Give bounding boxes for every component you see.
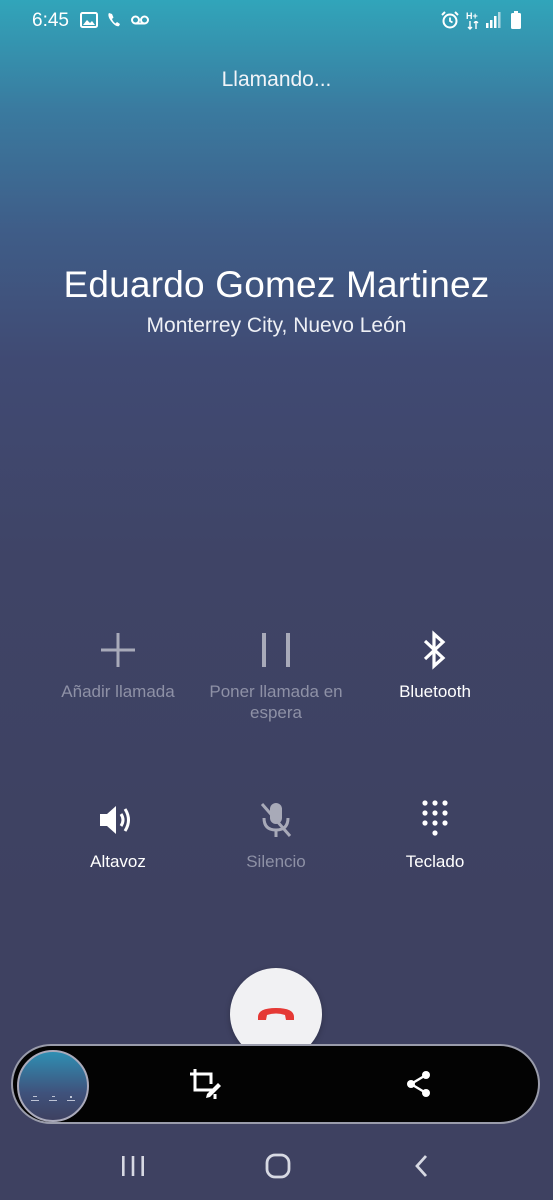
speaker-label: Altavoz (90, 852, 146, 871)
keypad-button[interactable]: Teclado (350, 795, 520, 872)
bluetooth-button[interactable]: Bluetooth (350, 625, 520, 702)
network-label: H+ (466, 11, 478, 21)
bluetooth-icon (423, 630, 446, 670)
contact-name: Eduardo Gomez Martinez (63, 264, 490, 305)
screenshot-toolbar (13, 1046, 538, 1122)
bluetooth-label: Bluetooth (399, 682, 471, 701)
share-button[interactable] (399, 1064, 439, 1104)
recents-icon (122, 1156, 144, 1176)
battery-icon (511, 11, 521, 29)
hold-call-button[interactable]: Poner llamada en espera (191, 625, 361, 723)
mute-label: Silencio (246, 852, 306, 871)
home-button[interactable] (248, 1148, 308, 1184)
screenshot-thumbnail[interactable] (17, 1050, 89, 1122)
speaker-icon (100, 806, 130, 834)
share-icon (407, 1071, 430, 1097)
crop-edit-icon (190, 1069, 221, 1099)
keypad-label: Teclado (350, 851, 520, 872)
signal-icon (486, 12, 501, 28)
speaker-button[interactable]: Altavoz (33, 795, 203, 872)
mic-off-icon (260, 803, 292, 837)
network-hplus-icon: H+ (466, 11, 480, 31)
add-call-button[interactable]: Añadir llamada (33, 625, 203, 702)
status-bar: 6:45 H+ (0, 0, 553, 42)
contact-location: Monterrey City, Nuevo León (146, 314, 407, 337)
alarm-icon (441, 11, 459, 29)
home-icon (265, 1153, 291, 1179)
image-icon (80, 12, 98, 28)
plus-icon (101, 633, 135, 667)
keypad-label-text: Teclado (405, 852, 465, 871)
call-status: Llamando... (221, 68, 332, 91)
keypad-icon (422, 800, 448, 836)
navigation-bar (0, 1130, 553, 1200)
thumbnail-preview-icon (31, 1096, 75, 1101)
hold-call-label: Poner llamada en espera (209, 682, 343, 722)
back-icon (415, 1155, 428, 1177)
pause-icon (262, 633, 290, 667)
add-call-label: Añadir llamada (61, 682, 175, 701)
back-button[interactable] (392, 1148, 452, 1184)
voicemail-icon (131, 15, 149, 25)
phone-icon (108, 13, 120, 27)
hang-up-icon (258, 1008, 294, 1020)
status-time: 6:45 (32, 10, 69, 31)
crop-edit-button[interactable] (185, 1064, 225, 1104)
mute-button[interactable]: Silencio (191, 795, 361, 872)
recents-button[interactable] (103, 1148, 163, 1184)
